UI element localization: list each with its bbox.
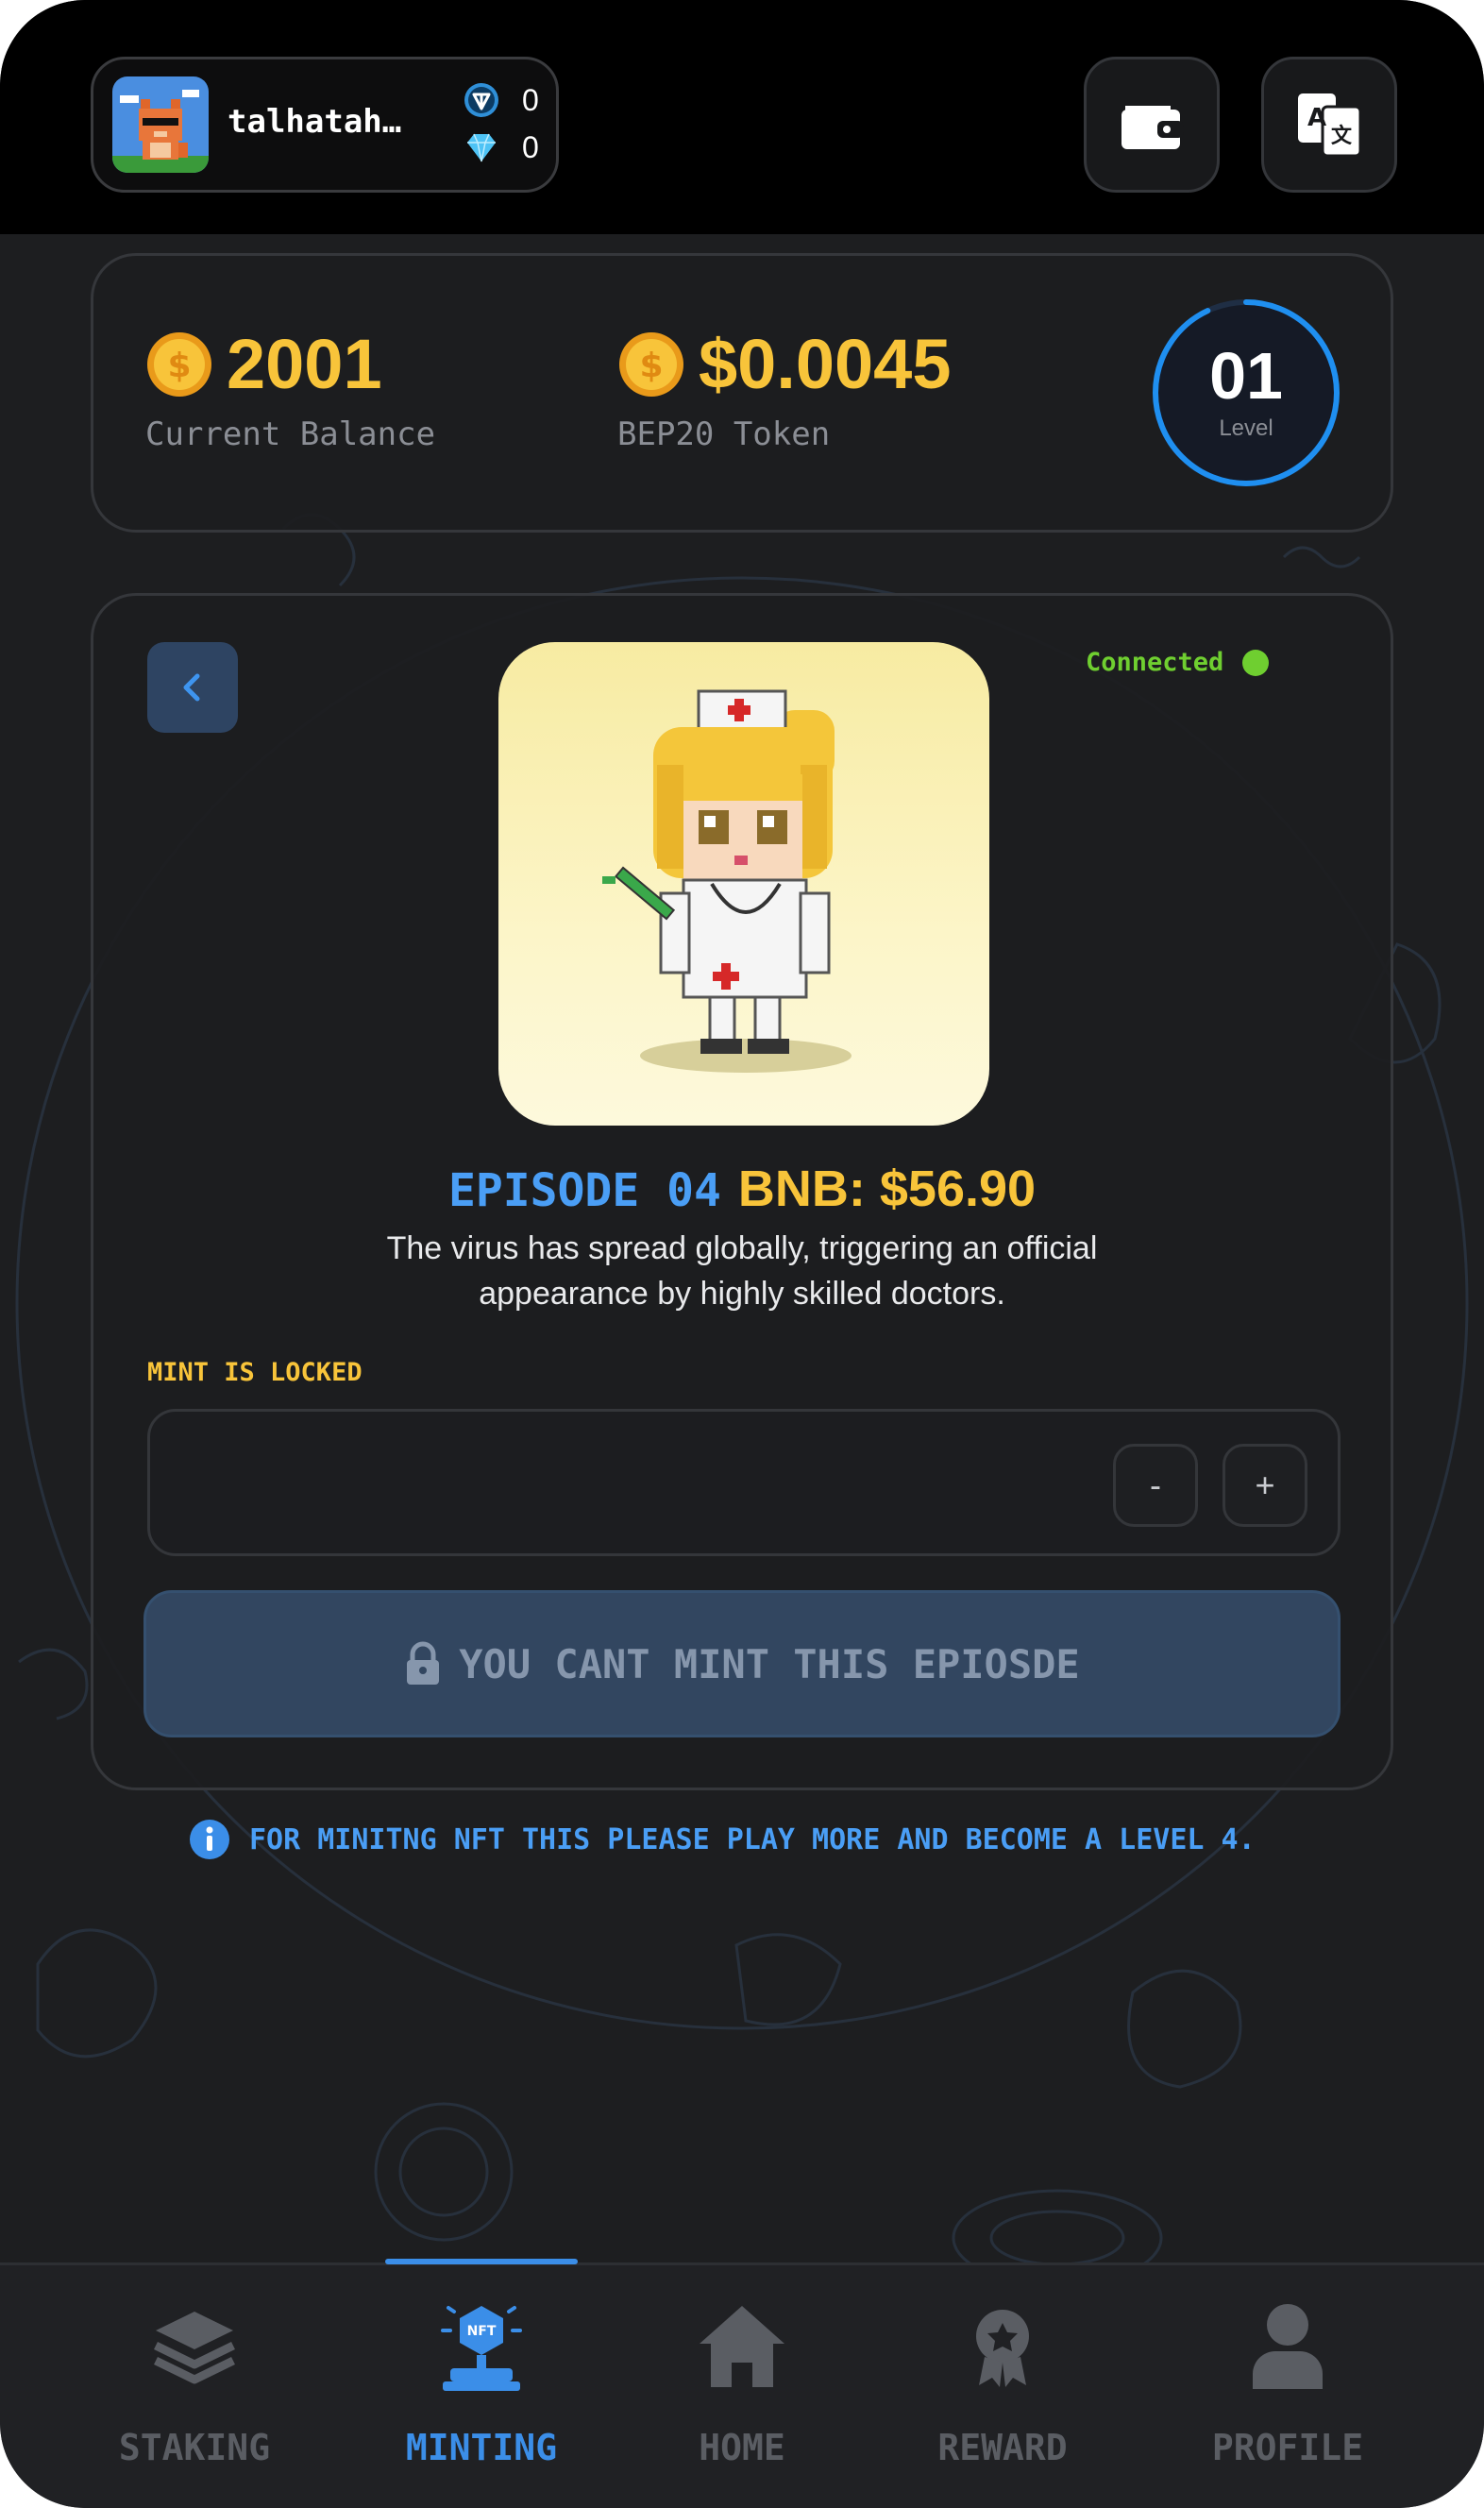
level-number: 01 (1209, 339, 1283, 413)
nurse-character-image (602, 689, 852, 1073)
nav-item-profile[interactable]: PROFILE (1184, 2295, 1391, 2474)
nft-image (498, 642, 989, 1126)
user-profile-chip[interactable]: talhatahir... 0 0 (91, 57, 559, 193)
nav-label: MINTING (405, 2427, 558, 2468)
nav-item-staking[interactable]: STAKING (91, 2295, 298, 2474)
info-message-text: FOR MINITNG NFT THIS PLEASE PLAY MORE AN… (249, 1822, 1256, 1856)
episode-description-line: appearance by highly skilled doctors. (479, 1276, 1005, 1312)
ton-balance-row: 0 (464, 80, 539, 120)
level-label: Level (1219, 415, 1273, 441)
nav-item-home[interactable]: HOME (638, 2295, 846, 2474)
connection-status: Connected (1086, 648, 1270, 677)
episode-description: The virus has spread globally, triggerin… (340, 1226, 1144, 1316)
lock-icon (407, 1641, 440, 1685)
nav-label: REWARD (937, 2427, 1068, 2468)
gem-balance: 0 (522, 129, 539, 164)
token-price-value: $0.0045 (699, 325, 952, 403)
mint-button[interactable]: YOU CANT MINT THIS EPIOSDE (143, 1590, 1341, 1737)
username: talhatahir... (228, 103, 416, 141)
status-dot-icon (1242, 649, 1270, 676)
diamond-icon (467, 133, 496, 162)
nav-label: PROFILE (1211, 2427, 1364, 2468)
current-balance-value: 2001 (227, 325, 382, 403)
increment-button[interactable]: + (1223, 1444, 1307, 1527)
nav-item-reward[interactable]: REWARD (899, 2295, 1106, 2474)
wallet-button[interactable] (1084, 57, 1220, 193)
current-balance-block: $ 2001 Current Balance (145, 253, 542, 454)
episode-title-row: EPISODE 04 BNB: $56.90 (0, 1160, 1484, 1218)
mint-quantity-input[interactable]: - + (147, 1409, 1341, 1556)
user-icon (1253, 2304, 1323, 2389)
home-icon (700, 2306, 784, 2387)
gold-coin-icon: $ (147, 332, 211, 397)
svg-text:$: $ (167, 347, 191, 385)
wallet-icon (1121, 106, 1184, 149)
current-balance-label: Current Balance (145, 415, 436, 453)
nav-label: STAKING (118, 2427, 271, 2468)
token-price-block: $ $0.0045 BEP20 Token (617, 253, 1014, 454)
nav-label: HOME (699, 2427, 785, 2468)
ton-coin-icon (464, 83, 498, 117)
translate-icon: A 文 (1298, 93, 1362, 158)
connection-status-label: Connected (1086, 648, 1224, 677)
avatar (112, 76, 209, 173)
info-icon (190, 1820, 229, 1859)
svg-text:A: A (1307, 104, 1326, 132)
svg-text:文: 文 (1331, 124, 1353, 148)
language-button[interactable]: A 文 (1261, 57, 1397, 193)
chevron-left-icon (183, 673, 200, 702)
decrement-button[interactable]: - (1113, 1444, 1198, 1527)
reward-medal-icon (976, 2310, 1029, 2387)
active-tab-indicator (385, 2259, 578, 2264)
layers-icon (154, 2312, 235, 2384)
back-button[interactable] (147, 642, 238, 733)
nft-mint-icon: NFT (441, 2306, 522, 2391)
mint-status-label: MINT IS LOCKED (147, 1358, 363, 1387)
episode-price: BNB: $56.90 (737, 1161, 1037, 1217)
svg-text:$: $ (639, 347, 663, 385)
nav-item-minting[interactable]: NFT MINTING (378, 2295, 585, 2474)
app-screen: talhatahir... 0 0 (0, 0, 1484, 2508)
episode-name: EPISODE 04 (447, 1164, 721, 1217)
info-message: FOR MINITNG NFT THIS PLEASE PLAY MORE AN… (189, 1819, 1256, 1860)
gold-coin-icon: $ (619, 332, 683, 397)
token-price-label: BEP20 Token (617, 415, 831, 453)
ton-balance: 0 (522, 82, 539, 117)
episode-description-line: The virus has spread globally, triggerin… (386, 1230, 1098, 1266)
svg-text:NFT: NFT (467, 2324, 497, 2339)
mint-button-label: YOU CANT MINT THIS EPIOSDE (459, 1640, 1080, 1687)
gem-balance-row: 0 (464, 127, 539, 167)
